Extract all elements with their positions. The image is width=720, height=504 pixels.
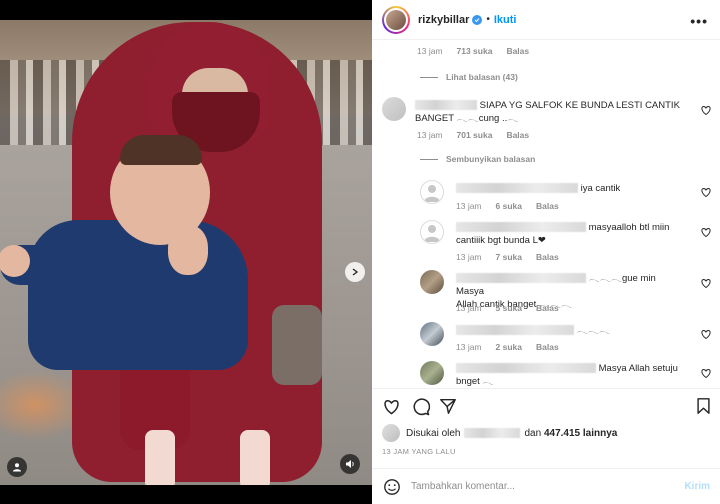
post-panel: rizkybillar • Ikuti ••• 13 jam 713 suka … <box>372 0 720 504</box>
next-arrow-icon[interactable] <box>345 262 365 282</box>
comment-icon[interactable] <box>410 396 430 416</box>
emoji-icon[interactable] <box>383 478 401 496</box>
reply-text: iya cantik <box>580 183 621 194</box>
heart-icon[interactable] <box>700 186 712 198</box>
liker-avatar[interactable] <box>382 424 400 442</box>
reply-likes[interactable]: 2 suka <box>496 342 522 352</box>
comment-meta: 13 jam 713 suka Balas <box>417 46 529 56</box>
more-options-icon[interactable]: ••• <box>690 13 708 29</box>
username[interactable]: rizkybillar <box>418 14 469 26</box>
blurred-username[interactable] <box>456 222 586 233</box>
baby-leg-right <box>240 430 270 485</box>
comments-list[interactable]: 13 jam 713 suka Balas Lihat balasan (43)… <box>372 40 720 388</box>
baby-hair <box>120 135 202 165</box>
comment-meta: 13 jam 701 suka Balas <box>417 130 529 140</box>
blurred-username[interactable] <box>456 183 578 194</box>
blurred-username[interactable] <box>456 273 586 284</box>
bookmark-icon[interactable] <box>693 396 713 416</box>
post-header: rizkybillar • Ikuti ••• <box>372 0 720 40</box>
send-button[interactable]: Kirim <box>684 481 710 492</box>
comment-text-2: BANGET 𓂃𓂃cung ..𓂃 <box>415 113 519 124</box>
heart-icon[interactable] <box>700 328 712 340</box>
likes-middle: dan <box>524 427 542 439</box>
heart-icon[interactable] <box>700 277 712 289</box>
user-tag-icon[interactable] <box>7 457 27 477</box>
handbag <box>272 305 322 385</box>
reply-meta: 13 jam 7 suka Balas <box>456 252 559 262</box>
blurred-username[interactable] <box>456 325 574 336</box>
comment-avatar[interactable] <box>420 322 444 346</box>
post-actions <box>372 388 720 422</box>
likes-summary[interactable]: Disukai oleh dan 447.415 lainnya <box>382 424 617 442</box>
reply-meta: 13 jam 6 suka Balas <box>456 201 559 211</box>
reply-button[interactable]: Balas <box>506 46 529 56</box>
comment-input[interactable]: Tambahkan komentar... <box>411 481 515 492</box>
comment-time: 13 jam <box>417 130 443 140</box>
blurred-username[interactable] <box>464 428 521 438</box>
reply-time: 13 jam <box>456 252 482 262</box>
hide-replies-button[interactable]: Sembunyikan balasan <box>420 154 535 164</box>
comment-composer: Tambahkan komentar... Kirim <box>372 468 720 504</box>
avatar[interactable] <box>382 5 410 34</box>
reply-text: 𓂃𓂃𓂃 <box>576 325 610 336</box>
view-replies-button[interactable]: Lihat balasan (43) <box>420 72 518 82</box>
reply-text-2: cantiiik bgt bunda L❤ <box>456 235 546 246</box>
baby-hand-right <box>168 225 208 275</box>
heart-icon[interactable] <box>381 396 401 416</box>
blurred-username[interactable] <box>456 363 596 374</box>
heart-icon[interactable] <box>700 226 712 238</box>
reply-button[interactable]: Balas <box>536 342 559 352</box>
comment-avatar[interactable] <box>420 270 444 294</box>
comment-likes[interactable]: 701 suka <box>457 130 493 140</box>
baby-jacket <box>28 220 248 370</box>
post-timestamp: 13 JAM YANG LALU <box>382 447 456 456</box>
comment-text: SIAPA YG SALFOK KE BUNDA LESTI CANTIK <box>479 100 680 111</box>
reply-meta: 13 jam 2 suka Balas <box>456 342 559 352</box>
share-icon[interactable] <box>438 396 458 416</box>
post-media[interactable] <box>0 20 372 485</box>
reply-time: 13 jam <box>456 342 482 352</box>
likes-count[interactable]: 447.415 lainnya <box>544 428 617 439</box>
follow-button[interactable]: Ikuti <box>494 14 517 26</box>
reply-meta: 13 jam 5 suka Balas <box>456 303 559 313</box>
comment-body: SIAPA YG SALFOK KE BUNDA LESTI CANTIK BA… <box>415 99 680 125</box>
comment-time: 13 jam <box>417 46 443 56</box>
heart-icon[interactable] <box>700 367 712 379</box>
reply-button[interactable]: Balas <box>536 252 559 262</box>
reply-likes[interactable]: 5 suka <box>496 303 522 313</box>
reply-body: 𓂃𓂃𓂃 <box>456 324 610 337</box>
verified-badge-icon <box>472 14 483 25</box>
reply-text-2: bnget 𓂃 <box>456 376 494 387</box>
reply-text: masyaalloh btl miin <box>588 222 670 233</box>
reply-body: Masya Allah setuju bnget 𓂃 <box>456 362 686 388</box>
comment-likes[interactable]: 713 suka <box>457 46 493 56</box>
comment-avatar[interactable] <box>382 97 406 121</box>
reply-time: 13 jam <box>456 201 482 211</box>
reply-button[interactable]: Balas <box>536 201 559 211</box>
likes-prefix: Disukai oleh <box>406 427 461 439</box>
reply-body: iya cantik <box>456 182 620 195</box>
reply-text: Masya Allah setuju <box>598 363 678 374</box>
reply-likes[interactable]: 6 suka <box>496 201 522 211</box>
comment-avatar[interactable] <box>420 361 444 385</box>
baby-leg-left <box>145 430 175 485</box>
comment-avatar[interactable] <box>420 180 444 204</box>
reply-likes[interactable]: 7 suka <box>496 252 522 262</box>
separator: • <box>486 14 490 25</box>
comment-avatar[interactable] <box>420 220 444 244</box>
reply-button[interactable]: Balas <box>536 303 559 313</box>
reply-button[interactable]: Balas <box>506 130 529 140</box>
reply-time: 13 jam <box>456 303 482 313</box>
reply-body: masyaalloh btl miin cantiiik bgt bunda L… <box>456 221 686 247</box>
volume-icon[interactable] <box>340 454 360 474</box>
heart-icon[interactable] <box>700 104 712 116</box>
post-modal: rizkybillar • Ikuti ••• 13 jam 713 suka … <box>0 0 720 504</box>
blurred-username[interactable] <box>415 100 477 111</box>
